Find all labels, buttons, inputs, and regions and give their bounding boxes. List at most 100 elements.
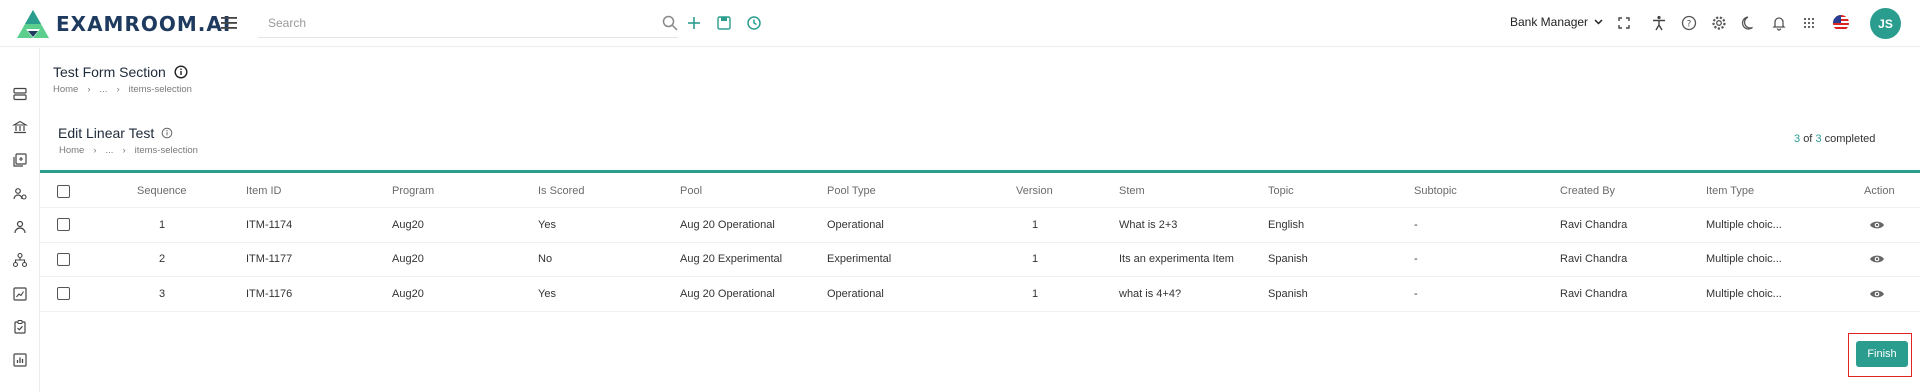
settings-icon[interactable] bbox=[1709, 13, 1729, 33]
cell-created-by: Ravi Chandra bbox=[1560, 218, 1628, 231]
avatar[interactable]: JS bbox=[1870, 8, 1901, 39]
cell-topic: English bbox=[1268, 218, 1305, 231]
header-pool-type[interactable]: Pool Type bbox=[827, 175, 876, 207]
completed-count: 3 bbox=[1794, 133, 1801, 145]
checklist-icon[interactable] bbox=[12, 319, 28, 335]
cell-version: 1 bbox=[1032, 218, 1039, 231]
breadcrumb: Home › ... › items-selection bbox=[53, 84, 192, 95]
breadcrumb-separator: › bbox=[93, 145, 97, 156]
cell-is-scored: No bbox=[538, 253, 553, 266]
users-icon[interactable] bbox=[12, 186, 28, 202]
breadcrumb-home[interactable]: Home bbox=[53, 84, 78, 95]
breadcrumb-home[interactable]: Home bbox=[59, 145, 84, 156]
header-is-scored[interactable]: Is Scored bbox=[538, 175, 584, 207]
breadcrumb-separator: › bbox=[122, 145, 126, 156]
search-bar bbox=[258, 10, 678, 38]
header-action: Action bbox=[1864, 185, 1895, 197]
view-icon[interactable] bbox=[1869, 253, 1885, 265]
cell-is-scored: Yes bbox=[538, 218, 556, 231]
fullscreen-icon[interactable] bbox=[1614, 13, 1634, 33]
header-topic[interactable]: Topic bbox=[1268, 175, 1294, 207]
breadcrumb-current: items-selection bbox=[134, 145, 198, 156]
help-icon[interactable]: ? bbox=[1679, 13, 1699, 33]
notification-icon[interactable] bbox=[1769, 13, 1789, 33]
completion-status: 3 of 3 completed bbox=[1794, 133, 1875, 145]
cell-pool: Aug 20 Experimental bbox=[680, 253, 783, 266]
header-created-by[interactable]: Created By bbox=[1560, 175, 1615, 207]
cell-item-type: Multiple choic... bbox=[1706, 253, 1782, 266]
section-breadcrumb: Home › ... › items-selection bbox=[59, 145, 198, 156]
cell-program: Aug20 bbox=[392, 218, 424, 231]
row-checkbox[interactable] bbox=[57, 218, 70, 232]
header-subtopic[interactable]: Subtopic bbox=[1414, 175, 1457, 207]
info-icon[interactable] bbox=[174, 65, 188, 79]
breadcrumb-separator: › bbox=[87, 84, 91, 95]
breadcrumb-ellipsis[interactable]: ... bbox=[106, 145, 114, 156]
section-title: Edit Linear Test bbox=[58, 125, 173, 141]
sidebar bbox=[0, 48, 40, 392]
hamburger-icon[interactable] bbox=[220, 15, 238, 31]
table-row[interactable]: 1 ITM-1174 Aug20 Yes Aug 20 Operational … bbox=[40, 208, 1920, 243]
role-selector[interactable]: Bank Manager bbox=[1510, 15, 1603, 29]
item-bank-icon[interactable] bbox=[12, 86, 28, 102]
user-icon[interactable] bbox=[12, 219, 28, 235]
table-row[interactable]: 3 ITM-1176 Aug20 Yes Aug 20 Operational … bbox=[40, 277, 1920, 312]
breadcrumb-current: items-selection bbox=[128, 84, 192, 95]
header-sequence[interactable]: Sequence bbox=[137, 175, 187, 207]
cell-subtopic: - bbox=[1414, 287, 1418, 300]
total-count: 3 bbox=[1815, 133, 1822, 145]
cell-pool-type: Operational bbox=[827, 287, 884, 300]
cell-pool-type: Experimental bbox=[827, 253, 892, 266]
logo[interactable]: EXAMROOM.AI bbox=[16, 9, 231, 39]
breadcrumb-separator: › bbox=[116, 84, 120, 95]
cell-topic: Spanish bbox=[1268, 287, 1308, 300]
table-row[interactable]: 2 ITM-1177 Aug20 No Aug 20 Experimental … bbox=[40, 243, 1920, 277]
breadcrumb-ellipsis[interactable]: ... bbox=[100, 84, 108, 95]
cell-stem: what is 4+4? bbox=[1119, 287, 1182, 300]
finish-button[interactable]: Finish bbox=[1856, 341, 1908, 367]
header-item-id[interactable]: Item ID bbox=[246, 175, 281, 207]
search-input[interactable] bbox=[258, 10, 638, 36]
accessibility-icon[interactable] bbox=[1649, 13, 1669, 33]
role-label: Bank Manager bbox=[1510, 15, 1589, 29]
us-flag-icon[interactable] bbox=[1831, 13, 1851, 33]
plus-icon[interactable] bbox=[684, 13, 704, 33]
dark-mode-icon[interactable] bbox=[1739, 13, 1759, 33]
svg-text:?: ? bbox=[1687, 19, 1692, 29]
cell-topic: Spanish bbox=[1268, 253, 1308, 266]
info-icon[interactable] bbox=[161, 127, 173, 139]
row-checkbox[interactable] bbox=[57, 287, 70, 301]
cell-sequence: 1 bbox=[159, 218, 166, 231]
analytics-icon[interactable] bbox=[12, 286, 28, 302]
view-icon[interactable] bbox=[1869, 219, 1885, 231]
select-all-checkbox[interactable] bbox=[57, 184, 70, 198]
header-item-type[interactable]: Item Type bbox=[1706, 175, 1754, 207]
logo-text: EXAMROOM.AI bbox=[56, 12, 232, 36]
cell-program: Aug20 bbox=[392, 253, 424, 266]
row-checkbox[interactable] bbox=[57, 252, 70, 266]
header-version[interactable]: Version bbox=[1016, 175, 1053, 207]
search-icon[interactable] bbox=[660, 13, 680, 33]
cell-item-id: ITM-1176 bbox=[246, 287, 293, 300]
page-title-text: Test Form Section bbox=[53, 64, 166, 80]
header-pool[interactable]: Pool bbox=[680, 175, 702, 207]
header-stem[interactable]: Stem bbox=[1119, 175, 1145, 207]
hierarchy-icon[interactable] bbox=[12, 252, 28, 268]
cell-is-scored: Yes bbox=[538, 287, 556, 300]
cell-version: 1 bbox=[1032, 287, 1039, 300]
section-title-text: Edit Linear Test bbox=[58, 125, 155, 141]
apps-grid-icon[interactable] bbox=[1799, 13, 1819, 33]
section-divider bbox=[40, 170, 1920, 173]
forms-icon[interactable] bbox=[12, 152, 28, 168]
table-header: Sequence Item ID Program Is Scored Pool … bbox=[40, 175, 1920, 208]
header-program[interactable]: Program bbox=[392, 175, 434, 207]
progress-of: of bbox=[1803, 133, 1813, 145]
save-icon[interactable] bbox=[714, 13, 734, 33]
view-icon[interactable] bbox=[1869, 288, 1885, 300]
history-icon[interactable] bbox=[744, 13, 764, 33]
cell-sequence: 3 bbox=[159, 287, 166, 300]
institution-icon[interactable] bbox=[12, 119, 28, 135]
reports-icon[interactable] bbox=[12, 352, 28, 368]
chevron-down-icon bbox=[1594, 19, 1603, 25]
cell-pool: Aug 20 Operational bbox=[680, 287, 775, 300]
